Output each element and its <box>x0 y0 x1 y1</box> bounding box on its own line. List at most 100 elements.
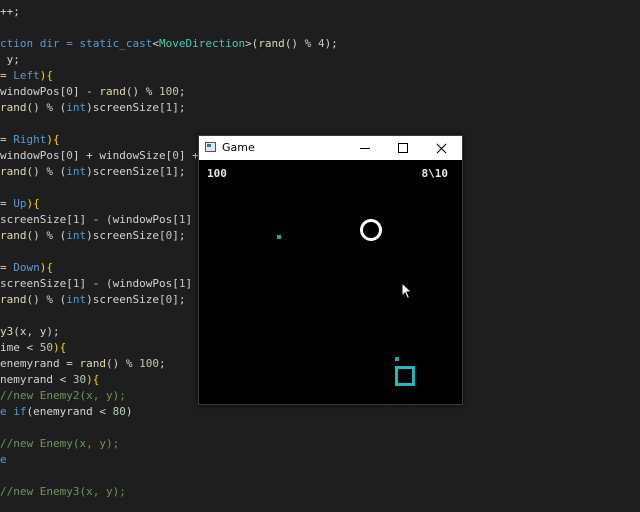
code-line: e <box>0 452 7 468</box>
close-button[interactable] <box>423 136 459 160</box>
app-window-icon <box>205 142 216 152</box>
code-token: Down <box>13 261 40 274</box>
score-display: 100 <box>207 167 227 180</box>
code-line: rand() % (int)screenSize[1]; <box>0 164 185 180</box>
code-token: Right <box>13 133 47 146</box>
code-token: ; <box>178 85 186 98</box>
code-line: rand() % (int)screenSize[0]; <box>0 228 185 244</box>
code-token: Up <box>13 197 27 210</box>
code-line: ction dir = static_cast<MoveDirection>(r… <box>0 36 338 52</box>
code-token: Left <box>13 69 40 82</box>
code-token: y3 <box>0 325 14 338</box>
code-token: rand <box>258 37 285 50</box>
code-token: ); <box>324 37 338 50</box>
window-title: Game <box>222 141 255 154</box>
code-line: = Left){ <box>0 68 53 84</box>
code-token: ] + <box>178 149 199 162</box>
code-token: int <box>66 101 87 114</box>
code-token: int <box>66 293 87 306</box>
code-token: MoveDirection <box>158 37 246 50</box>
code-token: ){ <box>39 261 53 274</box>
code-token: windowPos[ <box>0 149 67 162</box>
code-token: ){ <box>46 133 60 146</box>
code-token: ){ <box>26 197 40 210</box>
code-token: 0 <box>66 85 73 98</box>
code-token: ; <box>158 357 166 370</box>
code-token: () % <box>105 357 140 370</box>
code-token: () % ( <box>26 293 67 306</box>
player-square <box>395 366 415 386</box>
code-token: ]; <box>172 101 186 114</box>
code-line: = Down){ <box>0 260 53 276</box>
code-line: rand() % (int)screenSize[1]; <box>0 100 185 116</box>
code-token: = <box>0 197 14 210</box>
code-line: rand() % (int)screenSize[0]; <box>0 292 185 308</box>
code-token: ] - (windowPos[ <box>79 213 179 226</box>
enemy-counter: 8\10 <box>421 167 449 180</box>
code-token: )screenSize[ <box>86 165 166 178</box>
code-token: 80 <box>112 405 126 418</box>
projectile-dot <box>395 357 399 361</box>
code-token: if <box>13 405 27 418</box>
code-token: windowPos[ <box>0 85 67 98</box>
dot-enemy <box>277 235 281 239</box>
code-token: e <box>0 405 14 418</box>
code-token: )screenSize[ <box>86 101 166 114</box>
code-token: rand <box>0 229 27 242</box>
code-token: nemyrand < <box>0 373 73 386</box>
code-token: enemyrand = <box>0 357 80 370</box>
code-token: = <box>0 69 14 82</box>
code-token: ] - (windowPos[ <box>79 277 179 290</box>
code-token: = <box>0 261 14 274</box>
code-token: screenSize[ <box>0 277 73 290</box>
close-icon <box>436 143 447 154</box>
code-token: 4 <box>317 37 325 50</box>
code-line: windowPos[0] + windowSize[0] + <box>0 148 199 164</box>
code-line: nemyrand < 30){ <box>0 372 99 388</box>
code-line: //new Enemy3(x, y); <box>0 484 126 500</box>
minimize-button[interactable] <box>347 136 383 160</box>
title-bar[interactable]: Game <box>199 136 462 160</box>
code-token: static_cast <box>79 37 153 50</box>
code-token: () % <box>284 37 318 50</box>
code-token: ++; <box>0 5 20 18</box>
maximize-button[interactable] <box>385 136 421 160</box>
code-token: )screenSize[ <box>86 229 166 242</box>
game-canvas[interactable]: 100 8\10 <box>199 160 462 404</box>
game-window[interactable]: Game 100 8\10 <box>198 135 463 405</box>
code-line: ime < 50){ <box>0 340 66 356</box>
code-token: rand <box>0 293 27 306</box>
code-token: ]; <box>172 165 186 178</box>
code-token: y; <box>0 53 20 66</box>
code-token: rand <box>79 357 106 370</box>
code-token: int <box>66 165 87 178</box>
code-token: 30 <box>72 373 87 386</box>
code-token: 0 <box>172 149 179 162</box>
code-line: enemyrand = rand() % 100; <box>0 356 166 372</box>
code-token: rand <box>0 165 27 178</box>
maximize-icon <box>398 143 408 153</box>
code-line: ++; <box>0 4 20 20</box>
code-token: ) <box>125 405 133 418</box>
code-token: //new Enemy(x, y); <box>0 437 120 450</box>
code-line: screenSize[1] - (windowPos[1] - <box>0 212 205 228</box>
code-line: e if(enemyrand < 80) <box>0 404 132 420</box>
code-line: windowPos[0] - rand() % 100; <box>0 84 185 100</box>
code-token: (x, y); <box>13 325 60 338</box>
code-token: ){ <box>86 373 100 386</box>
code-token: ]; <box>172 229 186 242</box>
code-token: < <box>152 37 159 50</box>
code-token: ction dir = <box>0 37 80 50</box>
code-token: 100 <box>139 357 159 370</box>
code-token: >( <box>245 37 259 50</box>
code-line: y3(x, y); <box>0 324 60 340</box>
code-token: 100 <box>158 85 179 98</box>
code-token: ]; <box>172 293 186 306</box>
code-token: () % <box>125 85 159 98</box>
code-token: 0 <box>66 149 73 162</box>
code-line: //new Enemy(x, y); <box>0 436 119 452</box>
minimize-icon <box>360 147 370 149</box>
code-token: ] + windowSize[ <box>72 149 173 162</box>
code-token: )screenSize[ <box>86 293 166 306</box>
code-line: screenSize[1] - (windowPos[1] + <box>0 276 205 292</box>
